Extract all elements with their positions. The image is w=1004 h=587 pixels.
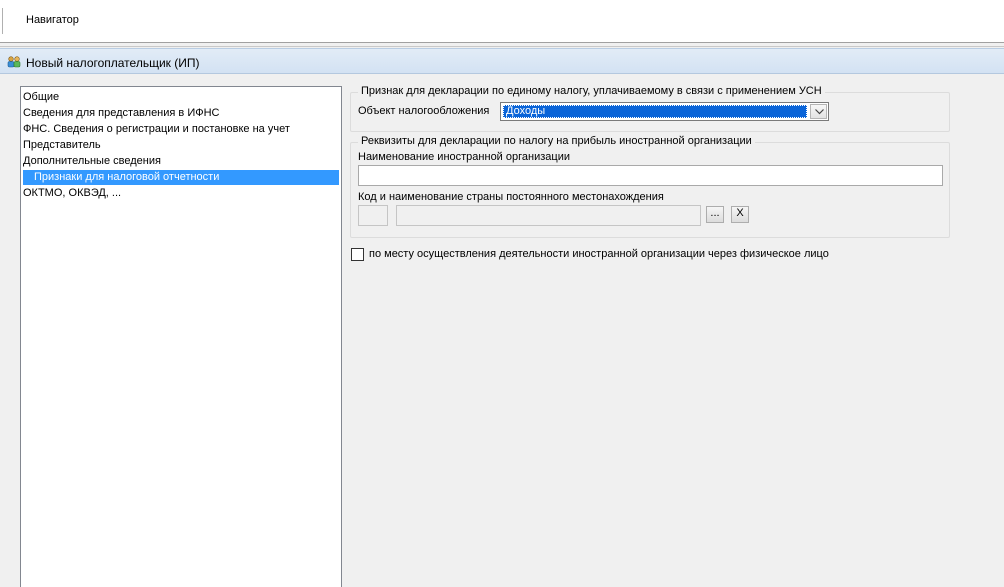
tree-item-fns-registration[interactable]: ФНС. Сведения о регистрации и постановке… — [23, 122, 290, 137]
people-icon — [7, 56, 21, 68]
country-code-input[interactable] — [359, 206, 387, 225]
country-browse-button[interactable]: ... — [706, 206, 724, 223]
tax-object-select[interactable]: Доходы — [500, 102, 829, 121]
foreign-org-name-field[interactable] — [358, 165, 943, 186]
tree-item-tax-reporting-signs[interactable]: Признаки для налоговой отчетности — [23, 170, 339, 185]
individual-activity-checkbox[interactable] — [351, 248, 364, 261]
tree-item-ifns-info[interactable]: Сведения для представления в ИФНС — [23, 106, 219, 121]
country-label: Код и наименование страны постоянного ме… — [358, 191, 664, 203]
window-title: Новый налогоплательщик (ИП) — [26, 56, 200, 70]
window-titlebar: Новый налогоплательщик (ИП) — [0, 48, 1004, 74]
chevron-down-icon[interactable] — [810, 104, 827, 119]
foreign-org-name-label: Наименование иностранной организации — [358, 151, 570, 163]
main-panel: Общие Сведения для представления в ИФНС … — [0, 75, 1004, 587]
country-code-field[interactable] — [358, 205, 388, 226]
foreign-org-group-legend: Реквизиты для декларации по налогу на пр… — [358, 135, 755, 147]
tax-object-value: Доходы — [503, 105, 807, 118]
tree-item-oktmo-okved[interactable]: ОКТМО, ОКВЭД, ... — [23, 186, 121, 201]
tree-item-general[interactable]: Общие — [23, 90, 59, 105]
tree-item-representative[interactable]: Представитель — [23, 138, 101, 153]
toolbar-separator — [2, 8, 3, 34]
toolbar-strip — [0, 43, 1004, 47]
usn-group-legend: Признак для декларации по единому налогу… — [358, 85, 825, 97]
toolbar: Навигатор — [0, 0, 1004, 43]
tree-item-additional-info[interactable]: Дополнительные сведения — [23, 154, 161, 169]
foreign-org-name-input[interactable] — [359, 166, 942, 185]
country-name-input[interactable] — [397, 206, 700, 225]
country-name-field[interactable] — [396, 205, 701, 226]
section-tree[interactable]: Общие Сведения для представления в ИФНС … — [20, 86, 342, 587]
country-clear-button[interactable]: X — [731, 206, 749, 223]
tax-object-label: Объект налогообложения — [358, 105, 490, 117]
navigator-button[interactable]: Навигатор — [26, 14, 79, 26]
individual-activity-label[interactable]: по месту осуществления деятельности инос… — [369, 248, 829, 260]
